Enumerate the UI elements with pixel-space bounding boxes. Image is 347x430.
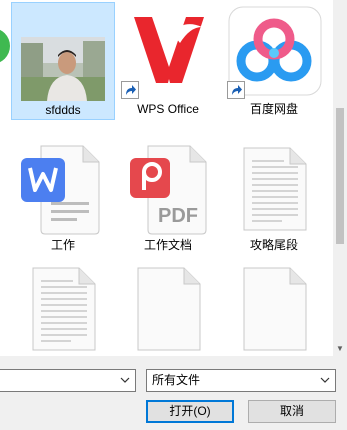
file-name: 攻略尾段 (249, 238, 298, 252)
wps-pdf-icon: PDF (130, 145, 207, 235)
file-item[interactable] (116, 262, 220, 356)
blank-document-icon (137, 267, 201, 351)
wps-writer-icon (21, 145, 100, 235)
file-type-select[interactable]: 所有文件 (146, 369, 336, 392)
file-item-baidu-netdisk[interactable]: 百度网盘 (222, 3, 326, 120)
filename-input[interactable] (0, 369, 136, 392)
file-name: 百度网盘 (249, 102, 298, 116)
text-document-icon (32, 267, 96, 351)
file-type-value: 所有文件 (152, 373, 201, 387)
open-button[interactable]: 打开(O) (146, 400, 234, 423)
file-item-gonglve-weiduan[interactable]: 攻略尾段 (222, 140, 326, 256)
text-document-icon (243, 147, 307, 231)
file-name: sfddds (45, 103, 81, 117)
scrollbar-thumb[interactable] (336, 108, 344, 244)
file-item-wps-office[interactable]: WPS Office (116, 3, 220, 120)
partial-app-icon[interactable] (0, 28, 10, 64)
file-name: WPS Office (137, 102, 199, 116)
photo-thumbnail (21, 37, 105, 101)
cancel-button[interactable]: 取消 (248, 400, 336, 423)
file-item[interactable] (11, 262, 115, 356)
shortcut-arrow-icon (227, 81, 245, 99)
file-name: 工作文档 (143, 238, 192, 252)
file-name: 工作 (50, 238, 75, 252)
file-list-view[interactable]: sfddds WPS Office 百度网盘 工作 PDF 工作文档 攻略尾段 … (0, 0, 347, 356)
chevron-down-icon[interactable] (119, 374, 131, 386)
wps-office-icon (134, 17, 204, 83)
file-item[interactable] (222, 262, 326, 356)
chevron-down-icon[interactable] (319, 374, 331, 386)
scroll-down-arrow-icon[interactable]: ▼ (333, 342, 347, 356)
file-item-gongzuo-wendang[interactable]: PDF 工作文档 (116, 140, 220, 256)
vertical-scrollbar[interactable]: ▼ (333, 0, 347, 356)
svg-text:PDF: PDF (158, 205, 198, 227)
shortcut-arrow-icon (121, 81, 139, 99)
file-item-gongzuo[interactable]: 工作 (11, 140, 115, 256)
blank-document-icon (243, 267, 307, 351)
file-item-sfddds[interactable]: sfddds (11, 2, 115, 120)
